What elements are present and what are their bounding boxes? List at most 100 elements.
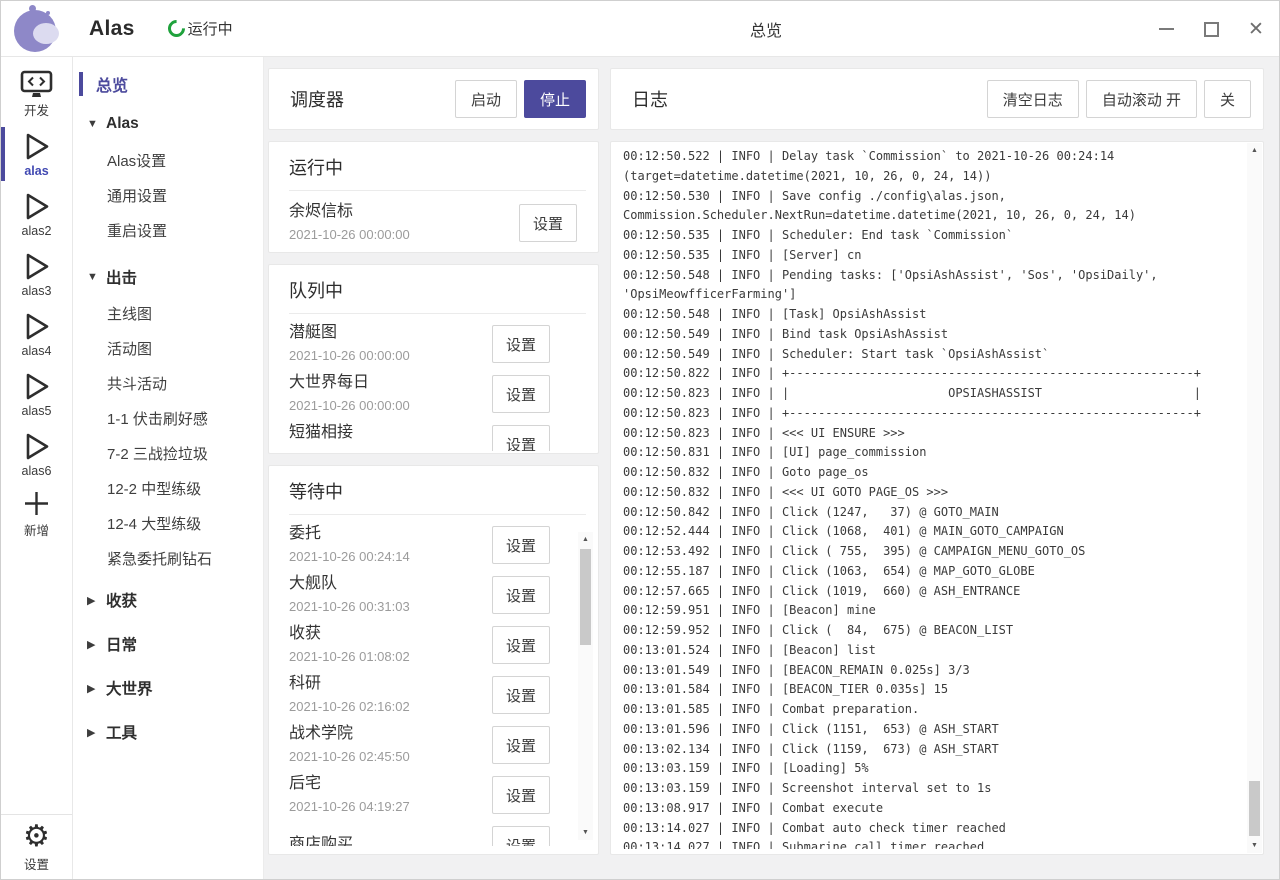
play-icon — [22, 251, 51, 282]
menu-item[interactable]: 12-2 中型练级 — [73, 471, 263, 506]
log-line: 00:12:50.535 | INFO | Scheduler: End tas… — [623, 226, 1239, 246]
menu-item[interactable]: 主线图 — [73, 296, 263, 331]
close-button[interactable]: ✕ — [1247, 19, 1265, 39]
log-line: 00:12:50.832 | INFO | Goto page_os — [623, 463, 1239, 483]
menu-item-overview[interactable]: 总览 — [73, 63, 263, 105]
scheduler-panel: 调度器 启动 停止 — [268, 68, 599, 130]
divider — [289, 190, 586, 191]
sidebar-profile-add[interactable]: 新增 — [1, 484, 72, 544]
task-name: 短猫相接 — [289, 421, 492, 445]
sidebar-profile-label: alas4 — [22, 344, 52, 358]
menu-group-日常[interactable]: ▶日常 — [73, 622, 263, 666]
sidebar-profile-alas[interactable]: alas — [1, 124, 72, 184]
task-row: 余烬信标2021-10-26 00:00:00设置 — [289, 198, 590, 248]
log-scrollbar[interactable]: ▲ ▼ — [1247, 143, 1262, 853]
running-status-label: 运行中 — [188, 18, 233, 39]
log-line: 00:12:53.492 | INFO | Click ( 755, 395) … — [623, 542, 1239, 562]
scrollbar-thumb[interactable] — [580, 549, 591, 645]
chevron-right-icon: ▶ — [87, 594, 106, 607]
waiting-panel: 等待中 委托2021-10-26 00:24:14设置大舰队2021-10-26… — [268, 465, 599, 855]
task-name: 科研 — [289, 672, 492, 696]
minimize-icon — [1159, 28, 1174, 30]
menu-group-工具[interactable]: ▶工具 — [73, 710, 263, 754]
scroll-up-icon[interactable]: ▲ — [1247, 143, 1262, 158]
task-setting-button[interactable]: 设置 — [492, 325, 550, 363]
menu-item[interactable]: Alas设置 — [73, 143, 263, 178]
title-bar: Alas 运行中 总览 ✕ — [1, 1, 1279, 57]
scroll-down-icon[interactable]: ▼ — [1247, 838, 1262, 853]
task-setting-button[interactable]: 设置 — [492, 726, 550, 764]
menu-group-收获[interactable]: ▶收获 — [73, 578, 263, 622]
maximize-button[interactable] — [1202, 19, 1220, 39]
sidebar-profile-alas6[interactable]: alas6 — [1, 424, 72, 484]
play-icon — [22, 131, 51, 162]
sidebar-profile-label: alas6 — [22, 464, 52, 478]
task-setting-button[interactable]: 设置 — [519, 204, 577, 242]
task-setting-button[interactable]: 设置 — [492, 676, 550, 714]
log-output: 00:12:50.522 | INFO | Delay task `Commis… — [623, 147, 1239, 849]
task-setting-button[interactable]: 设置 — [492, 375, 550, 413]
autoscroll-toggle-button[interactable]: 自动滚动 开 — [1086, 80, 1197, 118]
scheduler-column: 调度器 启动 停止 运行中 余烬信标2021-10-26 00:00:00设置 … — [268, 68, 599, 855]
task-row: 商店购买设置 — [289, 820, 562, 846]
task-name: 大世界每日 — [289, 371, 492, 395]
log-line: 00:12:55.187 | INFO | Click (1063, 654) … — [623, 562, 1239, 582]
task-time: 2021-10-26 01:08:02 — [289, 646, 492, 668]
active-indicator — [1, 127, 5, 181]
menu-group-label: 收获 — [106, 589, 137, 611]
sidebar-profile-alas4[interactable]: alas4 — [1, 304, 72, 364]
task-setting-button[interactable]: 设置 — [492, 776, 550, 814]
sidebar-profile-alas5[interactable]: alas5 — [1, 364, 72, 424]
scroll-down-icon[interactable]: ▼ — [578, 825, 593, 840]
menu-item[interactable]: 通用设置 — [73, 178, 263, 213]
log-line: 00:13:01.585 | INFO | Combat preparation… — [623, 700, 1239, 720]
task-row: 后宅2021-10-26 04:19:27设置 — [289, 770, 562, 820]
log-line: 00:13:03.159 | INFO | [Loading] 5% — [623, 759, 1239, 779]
log-line: 00:13:08.917 | INFO | Combat execute — [623, 799, 1239, 819]
menu-group-Alas[interactable]: ▼Alas — [73, 105, 263, 143]
task-setting-button[interactable]: 设置 — [492, 425, 550, 451]
task-setting-button[interactable]: 设置 — [492, 626, 550, 664]
menu-group-大世界[interactable]: ▶大世界 — [73, 666, 263, 710]
task-row: 大舰队2021-10-26 00:31:03设置 — [289, 570, 562, 620]
task-setting-button[interactable]: 设置 — [492, 826, 550, 846]
sidebar-profile-label: alas5 — [22, 404, 52, 418]
task-time: 2021-10-26 00:00:00 — [289, 395, 492, 417]
scroll-up-icon[interactable]: ▲ — [578, 532, 593, 547]
sidebar-profile-dev[interactable]: 开发 — [1, 64, 72, 124]
waiting-scrollbar[interactable]: ▲ ▼ — [578, 532, 593, 840]
scheduler-title: 调度器 — [290, 86, 344, 112]
menu-item[interactable]: 1-1 伏击刷好感 — [73, 401, 263, 436]
stop-button[interactable]: 停止 — [524, 80, 586, 118]
log-line: 00:12:50.842 | INFO | Click (1247, 37) @… — [623, 503, 1239, 523]
log-line: 00:12:50.548 | INFO | Pending tasks: ['O… — [623, 266, 1239, 286]
menu-item[interactable]: 7-2 三战捡垃圾 — [73, 436, 263, 471]
sidebar-profile-label: alas — [24, 164, 48, 178]
minimize-button[interactable] — [1157, 19, 1175, 39]
menu-item[interactable]: 共斗活动 — [73, 366, 263, 401]
log-line: (target=datetime.datetime(2021, 10, 26, … — [623, 167, 1239, 187]
plus-icon — [22, 489, 51, 518]
menu-group-出击[interactable]: ▼出击 — [73, 258, 263, 296]
log-line: 00:13:14.027 | INFO | Combat auto check … — [623, 819, 1239, 839]
log-line: 00:13:01.524 | INFO | [Beacon] list — [623, 641, 1239, 661]
menu-item[interactable]: 重启设置 — [73, 213, 263, 248]
task-setting-button[interactable]: 设置 — [492, 576, 550, 614]
menu-item[interactable]: 活动图 — [73, 331, 263, 366]
log-line: Commission.Scheduler.NextRun=datetime.da… — [623, 206, 1239, 226]
menu-item[interactable]: 紧急委托刷钻石 — [73, 541, 263, 576]
log-line: 00:12:50.831 | INFO | [UI] page_commissi… — [623, 443, 1239, 463]
clear-log-button[interactable]: 清空日志 — [987, 80, 1079, 118]
sidebar-profile-alas2[interactable]: alas2 — [1, 184, 72, 244]
scrollbar-thumb[interactable] — [1249, 781, 1260, 836]
task-row: 短猫相接2021-10-26 00:00:00设置 — [289, 419, 562, 451]
scroll-off-button[interactable]: 关 — [1204, 80, 1251, 118]
task-time: 2021-10-26 00:31:03 — [289, 596, 492, 618]
task-setting-button[interactable]: 设置 — [492, 526, 550, 564]
sidebar-settings-button[interactable]: ⚙ 设置 — [1, 815, 72, 879]
menu-item[interactable]: 12-4 大型练级 — [73, 506, 263, 541]
menu-group-label: 日常 — [106, 633, 137, 655]
sidebar-profile-alas3[interactable]: alas3 — [1, 244, 72, 304]
menu-group-label: 工具 — [106, 721, 137, 743]
start-button[interactable]: 启动 — [455, 80, 517, 118]
